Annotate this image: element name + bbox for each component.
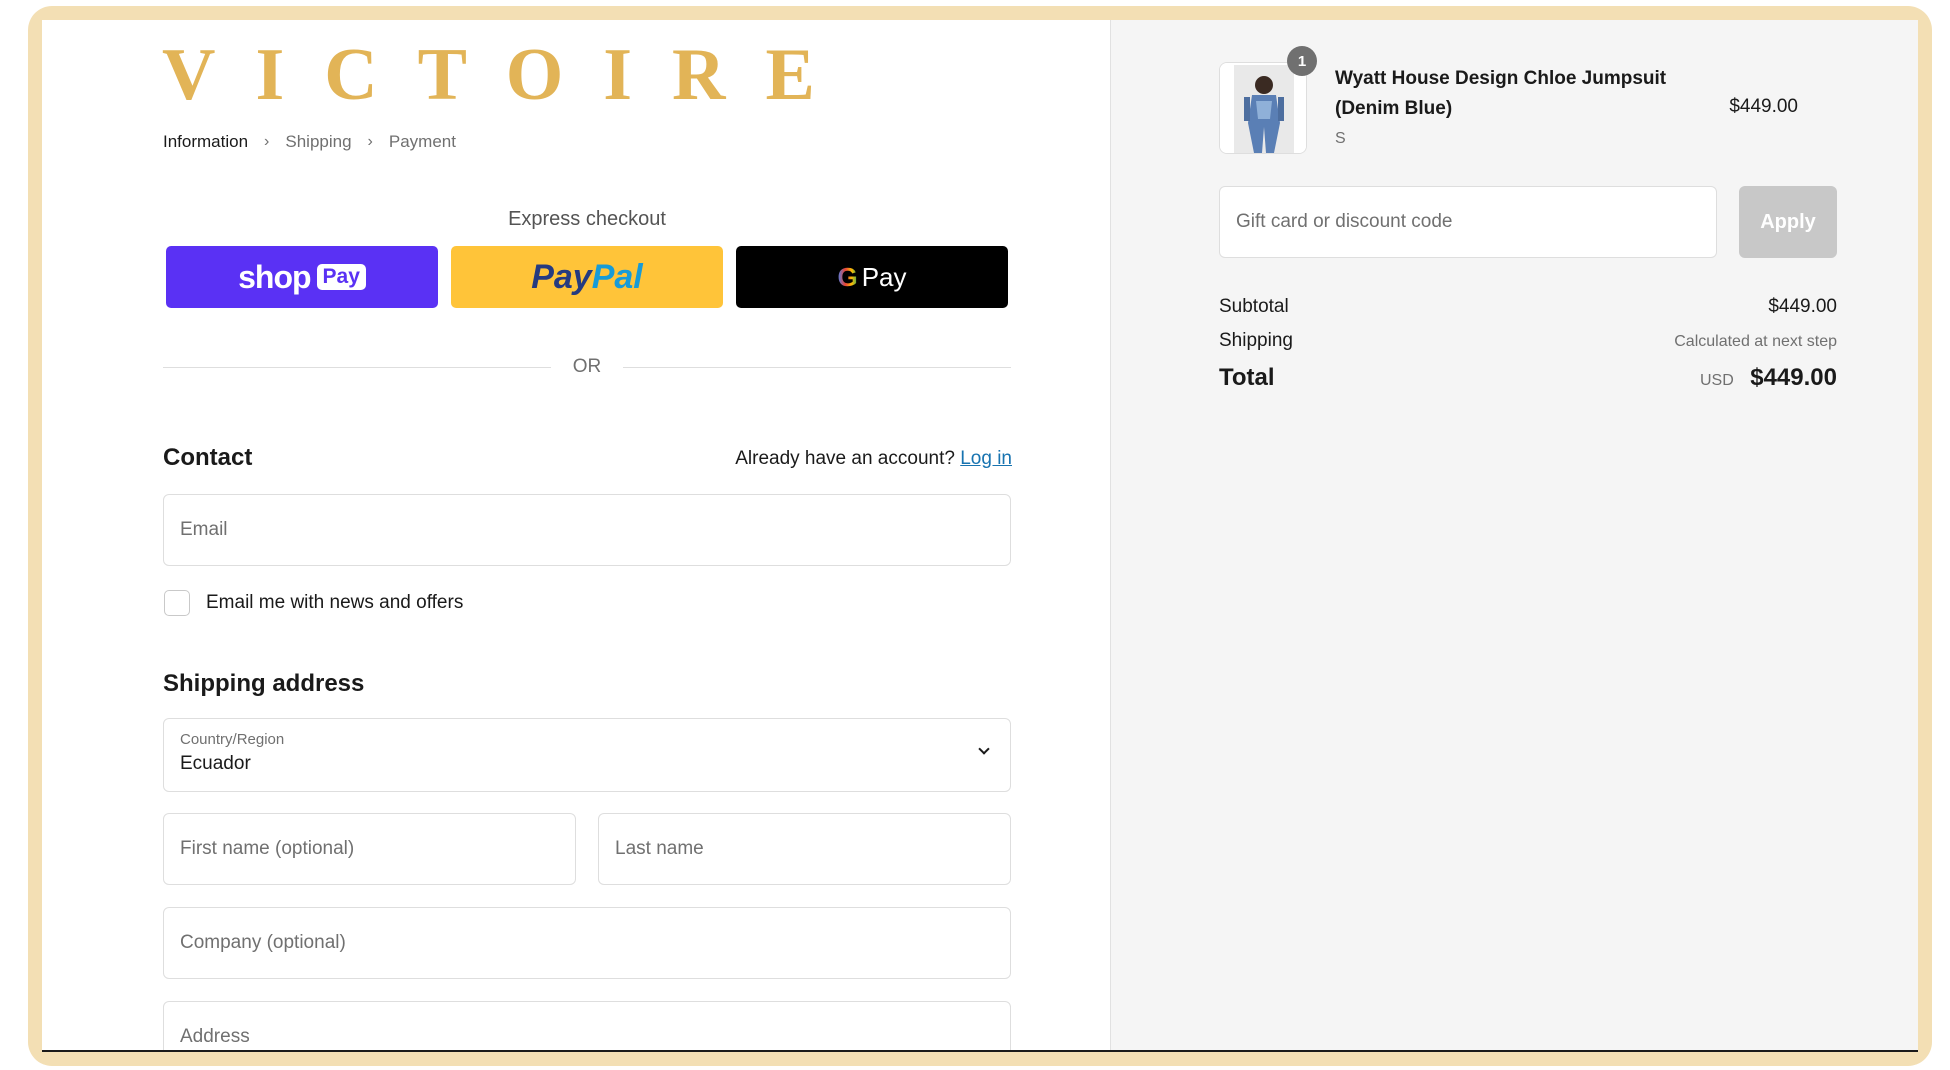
- last-name-field[interactable]: [598, 813, 1011, 885]
- quantity-badge: 1: [1287, 46, 1317, 76]
- total-row: Total USD $449.00: [1219, 364, 1837, 392]
- discount-code-field[interactable]: [1219, 186, 1717, 258]
- divider-line: [623, 366, 1011, 368]
- product-name: Wyatt House Design Chloe Jumpsuit (Denim…: [1335, 68, 1667, 119]
- newsletter-checkbox[interactable]: [164, 590, 190, 616]
- checkout-page: VICTOIRE Information › Shipping › Paymen…: [42, 20, 1918, 1052]
- email-field[interactable]: [163, 494, 1011, 566]
- shipping-value: Calculated at next step: [1674, 333, 1837, 350]
- viewport-edge: [42, 1050, 1918, 1052]
- address-field[interactable]: [163, 1001, 1011, 1052]
- checkout-main: VICTOIRE Information › Shipping › Paymen…: [42, 20, 1110, 1052]
- product-image: [1220, 63, 1306, 153]
- account-prompt-text: Already have an account?: [735, 448, 955, 469]
- product-variant: S: [1335, 130, 1346, 147]
- order-summary: 1 Wyatt House Design Chloe Jumpsuit (Den…: [1110, 20, 1918, 1052]
- breadcrumb-payment: Payment: [388, 132, 456, 151]
- contact-title: Contact: [163, 444, 253, 471]
- shipping-row: Shipping Calculated at next step: [1219, 330, 1837, 352]
- account-prompt: Already have an account? Log in: [735, 448, 1012, 470]
- total-currency: USD: [1700, 372, 1734, 389]
- google-pay-button[interactable]: G Pay: [736, 246, 1008, 308]
- paypal-logo-part2: Pal: [591, 257, 643, 296]
- first-name-field[interactable]: [163, 813, 576, 885]
- chevron-down-icon: [978, 743, 990, 755]
- store-logo[interactable]: VICTOIRE: [162, 38, 855, 112]
- total-value: $449.00: [1750, 364, 1837, 391]
- chevron-right-icon: ›: [264, 133, 270, 150]
- login-link[interactable]: Log in: [960, 448, 1012, 469]
- or-label: OR: [572, 356, 602, 377]
- or-divider: OR: [163, 356, 1011, 378]
- google-g-icon: G: [837, 261, 858, 292]
- chevron-right-icon: ›: [367, 133, 373, 150]
- express-checkout-buttons: shop Pay Pay Pal G Pay: [166, 246, 1012, 308]
- total-label: Total: [1219, 364, 1275, 391]
- product-thumbnail: [1219, 62, 1307, 154]
- breadcrumb-information: Information: [163, 132, 249, 151]
- product-price: $449.00: [1729, 96, 1798, 117]
- subtotal-label: Subtotal: [1219, 296, 1289, 317]
- subtotal-row: Subtotal $449.00: [1219, 296, 1837, 318]
- newsletter-label[interactable]: Email me with news and offers: [206, 592, 463, 614]
- express-checkout-title: Express checkout: [508, 208, 666, 230]
- email-input[interactable]: [164, 495, 1010, 565]
- company-field[interactable]: [163, 907, 1011, 979]
- discount-code-input[interactable]: [1220, 187, 1716, 257]
- company-input[interactable]: [164, 908, 1010, 978]
- shop-pay-button[interactable]: shop Pay: [166, 246, 438, 308]
- shipping-address-title: Shipping address: [163, 670, 365, 697]
- subtotal-value: $449.00: [1768, 296, 1837, 317]
- shipping-label: Shipping: [1219, 330, 1293, 351]
- breadcrumb: Information › Shipping › Payment: [163, 132, 456, 152]
- shop-pay-logo-word: shop: [238, 258, 311, 295]
- country-select[interactable]: Country/Region Ecuador: [163, 718, 1011, 792]
- breadcrumb-shipping: Shipping: [285, 132, 352, 151]
- last-name-input[interactable]: [599, 814, 1010, 884]
- country-label: Country/Region: [180, 731, 285, 748]
- shop-pay-logo-pill: Pay: [316, 264, 366, 290]
- total-amount: USD $449.00: [1700, 364, 1837, 392]
- newsletter-option[interactable]: Email me with news and offers: [164, 590, 463, 616]
- divider-line: [163, 366, 551, 368]
- paypal-logo-part1: Pay: [531, 257, 592, 296]
- apply-discount-button[interactable]: Apply: [1739, 186, 1837, 258]
- google-pay-label: Pay: [861, 261, 907, 292]
- address-input[interactable]: [164, 1002, 1010, 1052]
- country-value: Ecuador: [180, 753, 251, 774]
- paypal-button[interactable]: Pay Pal: [451, 246, 723, 308]
- first-name-input[interactable]: [164, 814, 575, 884]
